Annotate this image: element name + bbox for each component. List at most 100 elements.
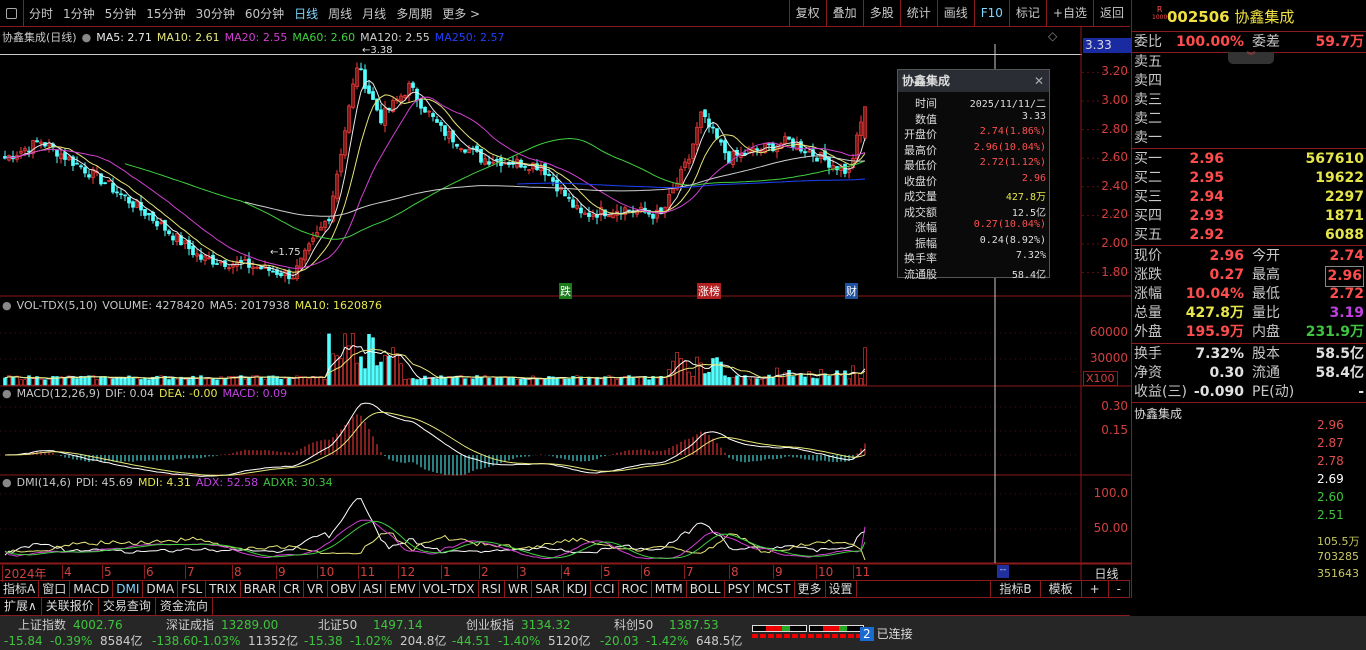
extension-tab[interactable]: 交易查询	[99, 598, 156, 615]
extension-tab[interactable]: 扩展∧	[0, 598, 42, 615]
indicator-tab[interactable]: SAR	[532, 581, 564, 597]
indicator-tab[interactable]: FSL	[178, 581, 207, 597]
price-tick: 3.00	[1101, 93, 1128, 107]
badge: R 1000	[1152, 5, 1168, 22]
tooltip-value: 3.33	[1021, 110, 1046, 122]
sell-row[interactable]: 卖二	[1134, 110, 1364, 129]
tooltip-row: 收盘价 2.96	[898, 173, 1049, 189]
indicator-tab[interactable]: VR	[304, 581, 328, 597]
volume-bar	[507, 377, 511, 386]
event-marker[interactable]: 财	[845, 283, 858, 299]
volume-bar	[655, 377, 659, 386]
buy-volume: 2297	[1325, 189, 1364, 205]
candle-body	[131, 201, 135, 208]
stat-row: 总量 427.8万 量比 3.19	[1134, 304, 1364, 323]
collapse-icon[interactable]: ●	[2, 387, 12, 400]
date-tick: 11	[853, 565, 871, 579]
indicator-tab[interactable]: OBV	[328, 581, 361, 597]
indicator-tab[interactable]: BRAR	[241, 581, 281, 597]
scroll-marker[interactable]: --	[997, 565, 1009, 578]
indicator-tab[interactable]: WR	[505, 581, 533, 597]
indicator-tab[interactable]: 窗口	[39, 581, 71, 597]
indicator-tab[interactable]: EMV	[386, 581, 420, 597]
index-change: -20.03	[600, 634, 639, 648]
volume-bar	[243, 379, 247, 386]
indicator-tab[interactable]: MCST	[754, 581, 795, 597]
indicator-tab[interactable]: 更多	[795, 581, 826, 597]
indicator-tab[interactable]: 指标A	[0, 581, 40, 597]
vol-ma5: MA5: 2017938	[209, 299, 290, 312]
tooltip-key: 最高价	[904, 143, 937, 157]
buy-row[interactable]: 买四 2.93 1871	[1134, 207, 1364, 226]
stat-label: 涨幅	[1134, 286, 1162, 302]
candle-body	[711, 126, 715, 129]
tooltip-value: 2.96(10.04%)	[973, 141, 1046, 153]
collapse-icon[interactable]: ●	[2, 299, 12, 312]
volume-bar	[619, 377, 623, 386]
indicator-tab[interactable]: 设置	[826, 581, 857, 597]
volume-bar	[827, 375, 831, 386]
volume-bar	[307, 378, 311, 386]
buy-volume: 567610	[1305, 151, 1364, 167]
tooltip-key: 时间	[915, 97, 937, 110]
volume-bar	[263, 379, 267, 386]
volume-bar	[463, 378, 467, 386]
indicator-b-tab[interactable]: 指标B	[991, 581, 1041, 597]
tooltip-key: 数值	[915, 112, 937, 126]
indicator-tab[interactable]: DMA	[143, 581, 179, 597]
vol-title: VOL-TDX(5,10)	[16, 299, 98, 312]
indicator-tab[interactable]: MACD	[70, 581, 114, 597]
date-tick: 5	[102, 565, 112, 579]
tooltip-row: 成交额 12.5亿	[898, 204, 1049, 220]
indicator-tab[interactable]: ROC	[619, 581, 652, 597]
sell-row[interactable]: 卖一	[1134, 129, 1364, 148]
buy-row[interactable]: 买二 2.95 19622	[1134, 169, 1364, 188]
indicator-tab[interactable]: KDJ	[564, 581, 592, 597]
indicator-tab[interactable]: PSY	[725, 581, 754, 597]
sell-row[interactable]: 卖三	[1134, 91, 1364, 110]
stat-label: 最高	[1252, 267, 1280, 283]
data-tooltip: 协鑫集成 ✕ 时间 2025/11/11/二 数值 3.33 开盘价 2.74(1.86%)…	[897, 69, 1050, 281]
volume-bar	[43, 379, 47, 386]
index-name[interactable]: 创业板指	[466, 617, 514, 633]
indicator-tab[interactable]: TRIX	[206, 581, 241, 597]
event-marker[interactable]: 涨榜	[697, 283, 721, 299]
indicator-tab[interactable]: CR	[280, 581, 304, 597]
candle-body	[123, 194, 127, 197]
volume-bar	[795, 373, 799, 386]
extension-tab[interactable]: 关联报价	[42, 598, 99, 615]
indicator-tab[interactable]: RSI	[479, 581, 506, 597]
volume-bar	[183, 379, 187, 386]
index-name[interactable]: 科创50	[614, 617, 653, 633]
index-name[interactable]: 北证50	[318, 617, 357, 633]
connection-status[interactable]: 2 已连接	[860, 625, 913, 642]
tooltip-value: 0.24(8.92%)	[979, 234, 1046, 246]
indicator-tab[interactable]: ASI	[360, 581, 387, 597]
date-tick: 4	[561, 565, 571, 579]
sell-row[interactable]: 卖五	[1134, 53, 1364, 72]
indicator-tab[interactable]: BOLL	[687, 581, 725, 597]
extension-tab[interactable]: 资金流向	[156, 598, 213, 615]
indicator-b-tab[interactable]: 模板	[1041, 581, 1082, 597]
volume-bar	[23, 379, 27, 386]
sell-label: 卖五	[1134, 54, 1162, 70]
indicator-tab[interactable]: VOL-TDX	[420, 581, 479, 597]
indicator-tab[interactable]: MTM	[652, 581, 687, 597]
buy-row[interactable]: 买五 2.92 6088	[1134, 226, 1364, 245]
index-name[interactable]: 上证指数	[18, 617, 66, 633]
sell-row[interactable]: 卖四	[1134, 72, 1364, 91]
buy-row[interactable]: 买一 2.96 567610	[1134, 150, 1364, 169]
weibi-row: 委比 100.00% 委差 59.7万	[1134, 34, 1364, 50]
buy-row[interactable]: 买三 2.94 2297	[1134, 188, 1364, 207]
fund-label: 流通	[1252, 365, 1280, 381]
close-icon[interactable]: ✕	[1034, 70, 1044, 92]
collapse-icon[interactable]: ●	[2, 476, 12, 489]
index-name[interactable]: 深证成指	[166, 617, 214, 633]
indicator-b-tab[interactable]: -	[1109, 581, 1130, 597]
indicator-b-tab[interactable]: +	[1082, 581, 1109, 597]
indicator-tab[interactable]: CCI	[591, 581, 619, 597]
candle-body	[767, 143, 771, 146]
volume-bar	[303, 376, 307, 386]
event-marker[interactable]: 跌	[559, 283, 572, 299]
indicator-tab[interactable]: DMI	[113, 581, 144, 597]
